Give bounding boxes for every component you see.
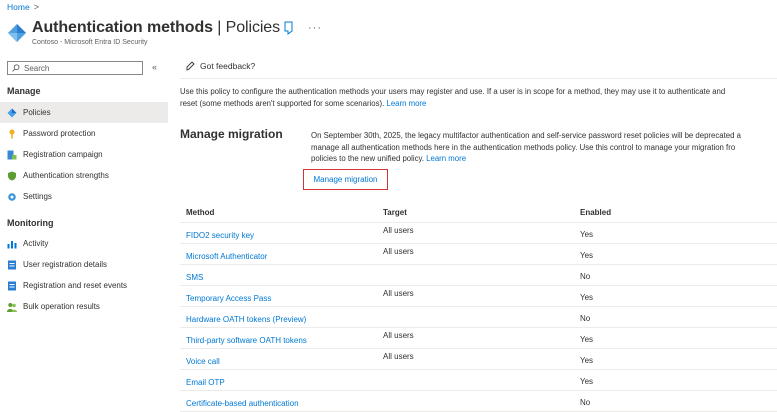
enabled-cell: No — [580, 314, 591, 323]
breadcrumb-separator: > — [33, 2, 39, 12]
more-options-button[interactable]: ··· — [308, 22, 322, 34]
page-title: Authentication methods | Policies — [32, 19, 281, 36]
target-cell: All users — [383, 352, 414, 361]
method-link[interactable]: Email OTP — [186, 378, 225, 387]
sidebar-item-policies[interactable]: Policies — [0, 102, 168, 123]
bar-chart-icon — [7, 239, 17, 249]
breadcrumb-home[interactable]: Home — [7, 2, 30, 12]
sidebar-item-label: Registration campaign — [23, 150, 103, 159]
method-link[interactable]: Certificate-based authentication — [186, 399, 299, 408]
entra-logo-icon — [8, 24, 26, 42]
toolbar-divider — [180, 78, 777, 79]
table-row: SMS No — [180, 265, 777, 286]
search-icon — [12, 64, 20, 72]
target-cell: All users — [383, 289, 414, 298]
table-row: Hardware OATH tokens (Preview) No — [180, 307, 777, 328]
section-label-monitoring: Monitoring — [7, 218, 54, 228]
target-cell: All users — [383, 226, 414, 235]
feedback-icon — [186, 61, 195, 71]
feedback-label: Got feedback? — [200, 61, 256, 71]
column-header-method[interactable]: Method — [186, 208, 214, 217]
table-row: Email OTP Yes — [180, 370, 777, 391]
method-link[interactable]: Microsoft Authenticator — [186, 252, 267, 261]
section-label-manage: Manage — [7, 86, 41, 96]
diamond-icon — [7, 108, 17, 118]
feedback-button[interactable]: Got feedback? — [185, 61, 255, 71]
enabled-cell: Yes — [580, 377, 594, 386]
enabled-cell: Yes — [580, 293, 594, 302]
target-cell: All users — [383, 247, 414, 256]
intro-learn-more-link[interactable]: Learn more — [386, 99, 426, 108]
method-link[interactable]: FIDO2 security key — [186, 231, 254, 240]
migration-heading: Manage migration — [180, 127, 283, 141]
sidebar-item-label: Registration and reset events — [23, 281, 128, 290]
table-row: Third-party software OATH tokens All user… — [180, 328, 777, 349]
sidebar-item-label: Bulk operation results — [23, 302, 100, 311]
registration-icon — [7, 150, 17, 160]
table-row: Voice call All users Yes — [180, 349, 777, 370]
page-header: Authentication methods | Policies ··· Co… — [7, 18, 322, 50]
page-subtitle: Contoso - Microsoft Entra ID Security — [32, 39, 148, 46]
column-header-target[interactable]: Target — [383, 208, 407, 217]
search-input[interactable]: Search — [7, 61, 143, 75]
sidebar-item-label: Policies — [23, 108, 51, 117]
key-icon — [7, 129, 17, 139]
sidebar-item-label: Authentication strengths — [23, 171, 109, 180]
sidebar-item-activity[interactable]: Activity — [0, 233, 168, 254]
table-header: Method Target Enabled — [180, 203, 777, 223]
gear-icon — [7, 192, 17, 202]
enabled-cell: No — [580, 398, 591, 407]
sidebar-item-registration-campaign[interactable]: Registration campaign — [0, 144, 168, 165]
feedback-icon[interactable] — [282, 21, 294, 35]
sidebar-item-label: Activity — [23, 239, 49, 248]
enabled-cell: Yes — [580, 356, 594, 365]
enabled-cell: No — [580, 272, 591, 281]
enabled-cell: Yes — [580, 251, 594, 260]
users-icon — [7, 302, 17, 312]
manage-migration-button[interactable]: Manage migration — [303, 169, 388, 190]
sidebar-item-registration-reset-events[interactable]: Registration and reset events — [0, 275, 168, 296]
sidebar-item-label: Settings — [23, 192, 52, 201]
table-row: FIDO2 security key All users Yes — [180, 223, 777, 244]
target-cell: All users — [383, 331, 414, 340]
sidebar-item-authentication-strengths[interactable]: Authentication strengths — [0, 165, 168, 186]
breadcrumb: Home > — [7, 2, 39, 12]
sidebar-item-user-registration-details[interactable]: User registration details — [0, 254, 168, 275]
sidebar-item-bulk-operation-results[interactable]: Bulk operation results — [0, 296, 168, 317]
migration-learn-more-link[interactable]: Learn more — [426, 154, 466, 163]
sidebar-item-password-protection[interactable]: Password protection — [0, 123, 168, 144]
table-row: Microsoft Authenticator All users Yes — [180, 244, 777, 265]
table-row: Temporary Access Pass All users Yes — [180, 286, 777, 307]
column-header-enabled[interactable]: Enabled — [580, 208, 611, 217]
table-row: Certificate-based authentication No — [180, 391, 777, 412]
document-icon — [7, 281, 17, 291]
search-placeholder: Search — [24, 63, 50, 73]
method-link[interactable]: Voice call — [186, 357, 220, 366]
intro-text: Use this policy to configure the authent… — [180, 87, 726, 108]
enabled-cell: Yes — [580, 335, 594, 344]
method-link[interactable]: SMS — [186, 273, 203, 282]
collapse-sidebar-button[interactable]: « — [152, 62, 157, 72]
document-icon — [7, 260, 17, 270]
method-link[interactable]: Third-party software OATH tokens — [186, 336, 307, 345]
method-link[interactable]: Temporary Access Pass — [186, 294, 271, 303]
sidebar-item-label: User registration details — [23, 260, 108, 269]
sidebar-item-settings[interactable]: Settings — [0, 186, 168, 207]
shield-icon — [7, 171, 17, 181]
migration-description: On September 30th, 2025, the legacy mult… — [311, 131, 741, 163]
sidebar-item-label: Password protection — [23, 129, 96, 138]
enabled-cell: Yes — [580, 230, 594, 239]
method-link[interactable]: Hardware OATH tokens (Preview) — [186, 315, 306, 324]
